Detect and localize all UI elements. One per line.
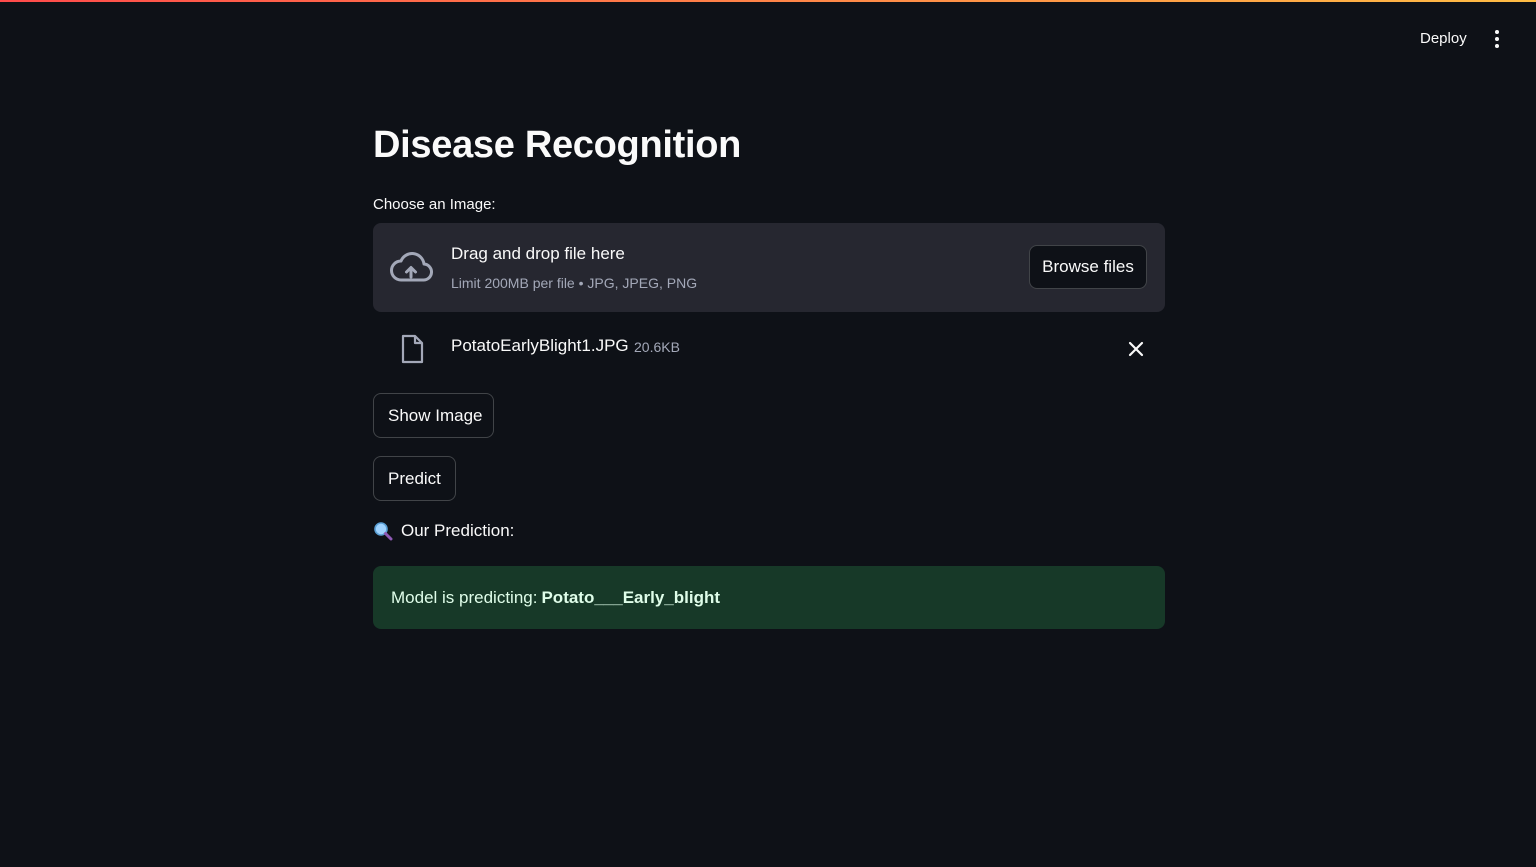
file-icon: [401, 334, 424, 364]
browse-files-button[interactable]: Browse files: [1029, 245, 1147, 289]
dropzone-title: Drag and drop file here: [451, 244, 625, 263]
cloud-upload-icon: [390, 252, 433, 282]
predict-button[interactable]: Predict: [373, 456, 456, 501]
file-name: PotatoEarlyBlight1.JPG: [451, 336, 629, 355]
dropzone-limit-text: Limit 200MB per file • JPG, JPEG, PNG: [451, 275, 698, 291]
vertical-dots-icon[interactable]: [1485, 24, 1509, 54]
top-accent-bar: [0, 0, 1536, 2]
file-dropzone[interactable]: Drag and drop file here Limit 200MB per …: [373, 223, 1165, 312]
prediction-result: Potato___Early_blight: [541, 587, 721, 607]
prediction-success-alert: Model is predicting: Potato___Early_blig…: [373, 566, 1165, 629]
magnifier-icon: [374, 522, 393, 541]
prediction-prefix: Model is predicting:: [391, 587, 538, 607]
file-size: 20.6KB: [634, 339, 680, 355]
uploader-label: Choose an Image:: [373, 196, 496, 213]
deploy-button[interactable]: Deploy: [1406, 24, 1481, 54]
page-title: Disease Recognition: [373, 124, 742, 166]
prediction-heading-text: Our Prediction:: [401, 521, 515, 540]
close-icon[interactable]: [1125, 338, 1147, 360]
show-image-button[interactable]: Show Image: [373, 393, 494, 438]
prediction-heading: Our Prediction:: [373, 521, 514, 541]
uploaded-file-row: PotatoEarlyBlight1.JPG 20.6KB: [373, 330, 1165, 366]
